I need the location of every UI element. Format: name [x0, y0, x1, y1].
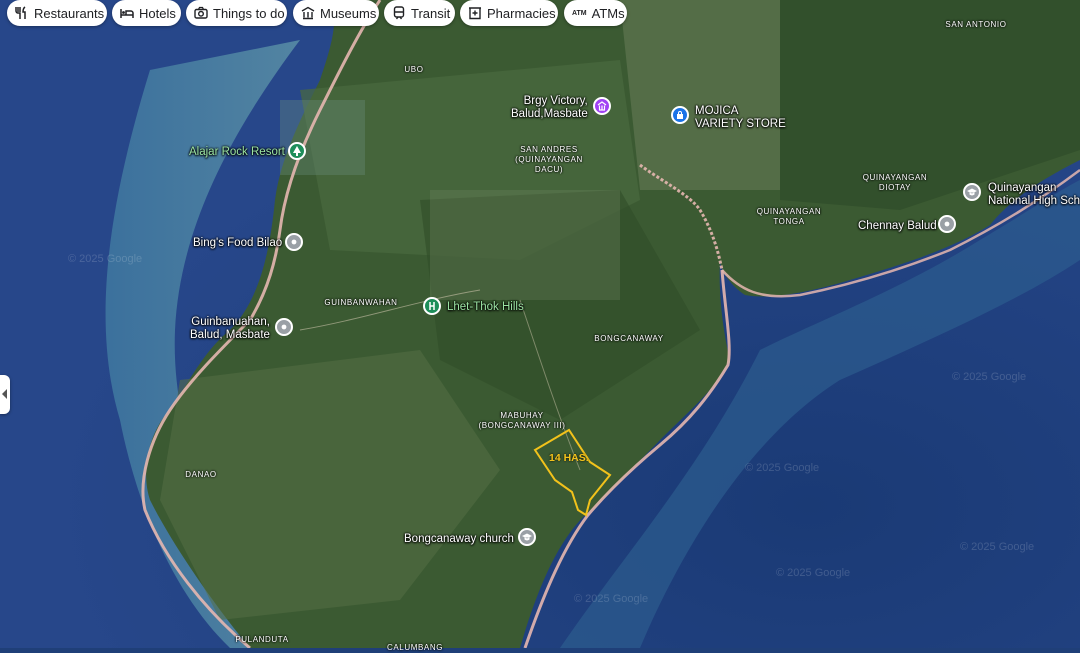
place-pin-icon[interactable] — [275, 318, 293, 336]
camera-icon — [194, 6, 208, 20]
place-pin-icon[interactable] — [285, 233, 303, 251]
poi-label[interactable]: Chennay Balud — [858, 220, 937, 233]
place-label: GUINBANWAHAN — [324, 298, 398, 307]
place-label: SAN ANDRES (QUINAYANGAN DACU) — [515, 145, 583, 174]
chip-atms[interactable]: ATM ATMs — [564, 0, 627, 26]
chip-things-to-do[interactable]: Things to do — [186, 0, 287, 26]
chip-hotels[interactable]: Hotels — [112, 0, 181, 26]
government-building-icon[interactable] — [593, 97, 611, 115]
chip-restaurants[interactable]: Restaurants — [7, 0, 107, 26]
museum-icon — [301, 6, 315, 20]
place-label: CALUMBANG — [386, 643, 444, 652]
place-label: QUINAYANGAN TONGA — [756, 207, 822, 226]
area-label: 14 HAS. — [549, 452, 589, 464]
chip-label: Pharmacies — [487, 5, 556, 21]
poi-label[interactable]: Brgy Victory, Balud,Masbate — [511, 95, 588, 121]
church-icon[interactable] — [518, 528, 536, 546]
pharmacy-icon — [468, 6, 482, 20]
chip-label: Museums — [320, 5, 377, 21]
poi-label[interactable]: Quinayangan National High Scho — [988, 182, 1080, 208]
train-icon — [392, 6, 406, 20]
place-label: BONGCANAWAY — [594, 334, 664, 343]
poi-label[interactable]: Lhet-Thok Hills — [447, 301, 524, 314]
place-label: MABUHAY (BONGCANAWAY III) — [478, 411, 566, 430]
place-label: SAN ANTONIO — [945, 20, 1007, 29]
watermark: © 2025 Google — [574, 593, 649, 605]
poi-label[interactable]: MOJICA VARIETY STORE — [695, 105, 786, 131]
fork-knife-icon — [15, 6, 29, 20]
place-label: PULANDUTA — [235, 635, 289, 644]
shopping-bag-icon[interactable] — [671, 106, 689, 124]
poi-label[interactable]: Bing's Food Bilao — [193, 237, 282, 250]
chip-label: Transit — [411, 5, 451, 21]
bed-icon — [120, 6, 134, 20]
chevron-left-icon — [2, 389, 7, 399]
poi-label[interactable]: Alajar Rock Resort — [189, 146, 285, 159]
hiking-icon[interactable] — [423, 297, 441, 315]
watermark: © 2025 Google — [960, 541, 1035, 553]
chip-label: Hotels — [139, 5, 176, 21]
chip-museums[interactable]: Museums — [293, 0, 379, 26]
place-label: DANAO — [185, 470, 217, 479]
place-label: QUINAYANGAN DIOTAY — [862, 173, 928, 192]
collapse-side-panel-button[interactable] — [0, 375, 10, 414]
watermark: © 2025 Google — [952, 371, 1027, 383]
chip-transit[interactable]: Transit — [384, 0, 455, 26]
place-label: UBO — [404, 65, 424, 74]
poi-label[interactable]: Guinbanuahan, Balud, Masbate — [190, 316, 270, 342]
chip-label: Restaurants — [34, 5, 105, 21]
watermark: © 2025 Google — [776, 567, 851, 579]
place-pin-icon[interactable] — [938, 215, 956, 233]
park-icon[interactable] — [288, 142, 306, 160]
atm-icon: ATM — [572, 9, 587, 17]
chip-pharmacies[interactable]: Pharmacies — [460, 0, 558, 26]
school-icon[interactable] — [963, 183, 981, 201]
watermark: © 2025 Google — [68, 253, 143, 265]
watermark: © 2025 Google — [745, 462, 820, 474]
chip-label: Things to do — [213, 5, 285, 21]
chip-label: ATMs — [591, 5, 625, 21]
poi-label[interactable]: Bongcanaway church — [404, 533, 514, 546]
